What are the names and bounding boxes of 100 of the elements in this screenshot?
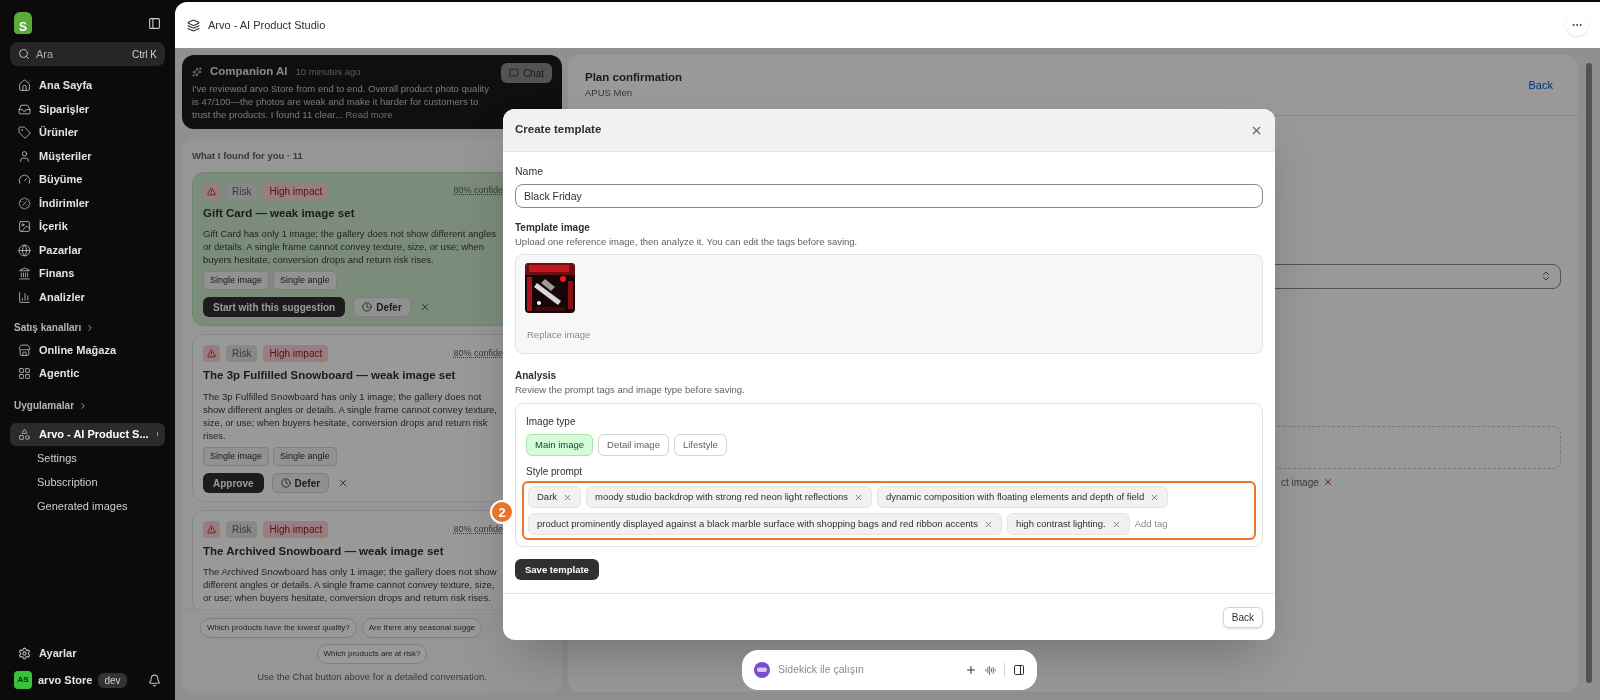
bot-icon	[754, 662, 770, 678]
step-number-badge: 2	[490, 500, 514, 525]
back-button[interactable]: Back	[1222, 606, 1263, 628]
notifications-icon[interactable]	[148, 673, 161, 687]
remove-tag-icon[interactable]	[1150, 492, 1160, 502]
category-badge: Risk	[226, 345, 258, 363]
nav-item[interactable]: Pazarlar	[10, 238, 165, 262]
suggestion-chip[interactable]: Are there any seasonal sugge	[361, 617, 483, 638]
settings-icon	[18, 646, 31, 660]
search-icon	[18, 48, 30, 60]
nav-item[interactable]: Online Mağaza	[10, 338, 165, 362]
add-icon[interactable]	[965, 664, 977, 676]
primary-button[interactable]: Approve	[203, 473, 264, 493]
risk-icon-badge	[203, 345, 220, 363]
nav-item[interactable]: Ayarlar	[10, 642, 165, 664]
save-template-button[interactable]: Save template	[515, 559, 599, 581]
more-button[interactable]	[1566, 14, 1588, 36]
search-bar[interactable]: Ara Ctrl K	[10, 42, 165, 66]
nav-icon	[18, 366, 31, 380]
nav-icon	[18, 427, 31, 441]
plan-subtitle: APUS Men	[585, 86, 633, 101]
nav-item[interactable]: Analizler	[10, 285, 165, 309]
confidence-label: 80% confide	[453, 522, 503, 536]
card-title: The 3p Fulfilled Snowboard — weak image set	[203, 368, 457, 384]
primary-button[interactable]: Start with this suggestion	[203, 297, 346, 318]
store-avatar: AS	[14, 671, 32, 689]
nav-item[interactable]: Arvo - AI Product S...	[10, 422, 165, 446]
image-type-option[interactable]: Main image	[526, 434, 594, 457]
nav-item[interactable]: İndirimler	[10, 191, 165, 215]
confidence-label: 80% confide	[453, 347, 503, 360]
message-input[interactable]: Sidekick ile çalışın	[778, 662, 957, 678]
nav-item[interactable]: Büyüme	[10, 168, 165, 191]
voice-icon[interactable]	[985, 664, 996, 676]
name-input[interactable]: Black Friday	[515, 183, 1263, 208]
image-label: ct image	[1281, 475, 1319, 490]
defer-button[interactable]: Defer	[271, 473, 330, 493]
sparkle-icon	[192, 66, 202, 77]
nav-subitem[interactable]: Settings	[10, 446, 165, 470]
section-label: Template image	[515, 220, 591, 235]
nav-item[interactable]: İçerik	[10, 215, 165, 238]
section-heading[interactable]: Uygulamalar	[10, 394, 165, 417]
tag-chip: Single angle	[273, 446, 337, 466]
sidebar-toggle-icon[interactable]	[148, 16, 161, 30]
store-name[interactable]: arvo Store	[38, 671, 93, 689]
remove-icon[interactable]	[1322, 477, 1333, 487]
nav-icon	[18, 267, 31, 280]
prompt-tag: product prominently displayed against a black marble surface with shopping bags and red ribbon accents	[528, 513, 1002, 536]
shortcut-label: Ctrl K	[132, 47, 157, 62]
timestamp: 10 minutes ago	[295, 64, 361, 79]
risk-icon-badge	[203, 182, 220, 200]
prompt-tag: high contrast lighting.	[1006, 513, 1130, 536]
nav-item[interactable]: Müşteriler	[10, 144, 165, 168]
chat-icon	[508, 68, 519, 78]
nav-subitem[interactable]: Generated images	[10, 494, 165, 518]
nav-icon	[18, 290, 31, 304]
app-icon	[187, 18, 200, 32]
nav-item[interactable]: Finans	[10, 262, 165, 285]
nav-icon	[18, 196, 31, 210]
remove-tag-icon[interactable]	[1111, 519, 1121, 529]
nav-icon	[18, 79, 31, 92]
impact-badge: High impact	[263, 345, 329, 363]
suggestion-chip[interactable]: Which products are at risk?	[316, 643, 428, 664]
risk-icon-badge	[203, 521, 220, 538]
card-description: Gift Card has only 1 image; the gallery does not show different angles or details. A single frame cannot convey texture, size, or use; when buyers hesitate, conversion drops and return risk rises.	[203, 226, 497, 266]
field-label: Name	[515, 164, 544, 179]
panel-icon[interactable]	[1013, 664, 1025, 676]
remove-tag-icon[interactable]	[563, 492, 573, 502]
add-tag-input[interactable]: Add tag	[1134, 517, 1205, 532]
remove-tag-icon[interactable]	[854, 492, 863, 502]
findings-heading: What I found for you · 11	[192, 149, 304, 164]
card-title: The Archived Snowboard — weak image set	[203, 544, 445, 559]
nav-icon	[18, 126, 31, 139]
suggestion-chip[interactable]: Which products have the lowest quality?	[200, 617, 357, 638]
impact-badge: High impact	[263, 182, 329, 200]
image-type-option[interactable]: Lifestyle	[673, 434, 727, 457]
nav-item[interactable]: Agentic	[10, 361, 165, 385]
search-input[interactable]: Ara	[36, 45, 126, 63]
nav-item[interactable]: Ana Sayfa	[10, 74, 165, 97]
nav-item[interactable]: Siparişler	[10, 97, 165, 121]
card-description: The Archived Snowboard has only 1 image; the gallery does not show different angles or details. A single frame cannot convey texture, size, or use; when buyers hesitate, conversion drops and return risk rises.	[203, 565, 498, 605]
tag-chip: Single angle	[273, 270, 337, 291]
defer-button[interactable]: Defer	[353, 297, 411, 318]
nav-icon	[18, 243, 31, 257]
sidekick-bar[interactable]: Sidekick ile çalışın	[742, 650, 1037, 690]
impact-badge: High impact	[263, 521, 329, 538]
companion-title: Companion AI	[210, 64, 288, 79]
image-type-option[interactable]: Detail image	[598, 434, 669, 457]
chat-hint: Use the Chat button above for a detailed conversation.	[257, 669, 487, 684]
plan-title: Plan confirmation	[585, 70, 683, 85]
nav-item[interactable]: Ürünler	[10, 121, 165, 144]
read-more-link[interactable]: Read more	[345, 109, 393, 121]
card-title: Gift Card — weak image set	[203, 205, 356, 221]
remove-tag-icon[interactable]	[983, 519, 993, 529]
tag-chip: Single image	[203, 270, 270, 291]
field-label: Style prompt	[526, 465, 584, 480]
field-label: Image type	[526, 415, 577, 430]
nav-subitem[interactable]: Subscription	[10, 470, 165, 494]
back-link[interactable]: Back	[1528, 76, 1553, 93]
clock-icon	[280, 478, 291, 488]
section-heading[interactable]: Satış kanalları	[10, 316, 165, 339]
